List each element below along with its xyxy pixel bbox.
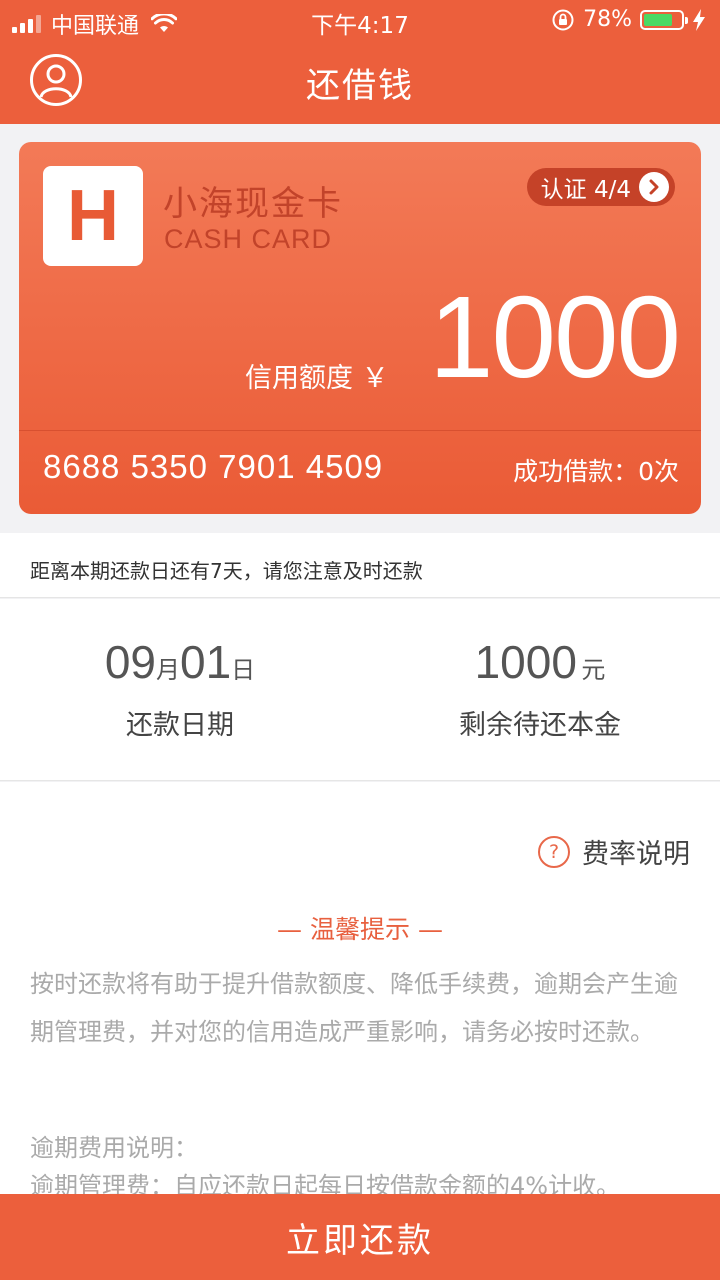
repayment-stats: 09月01日 还款日期 1000 元 剩余待还本金 xyxy=(0,599,720,781)
page-title: 还借钱 xyxy=(306,66,414,106)
due-date-stat: 09月01日 还款日期 xyxy=(0,599,360,742)
repayment-notice: 距离本期还款日还有7天，请您注意及时还款 xyxy=(0,533,720,598)
tips-section: ? 费率说明 — 温馨提示 — 按时还款将有助于提升借款额度、降低手续费，逾期会… xyxy=(0,782,720,1200)
remaining-label: 剩余待还本金 xyxy=(459,710,621,741)
repay-now-button[interactable]: 立即还款 xyxy=(0,1194,720,1280)
charging-bolt-icon xyxy=(693,8,705,31)
status-right: 78% xyxy=(551,7,706,32)
due-date-label: 还款日期 xyxy=(126,710,234,741)
status-bar: 中国联通 下午4:17 78% xyxy=(0,0,720,40)
rate-info-link[interactable]: ? 费率说明 xyxy=(538,832,690,871)
remaining-principal-stat: 1000 元 剩余待还本金 xyxy=(360,599,720,742)
credit-limit-label: 信用额度 ￥ xyxy=(245,363,389,394)
card-name: 小海现金卡 xyxy=(163,184,343,224)
tips-text: 按时还款将有助于提升借款额度、降低手续费，逾期会产生逾期管理费，并对您的信用造成… xyxy=(30,970,678,1046)
certification-label: 认证 4/4 xyxy=(540,177,631,203)
card-subtitle: CASH CARD xyxy=(164,224,333,254)
due-month-unit: 月 xyxy=(156,656,180,684)
battery-percent: 78% xyxy=(583,7,632,32)
chevron-right-icon xyxy=(639,172,669,202)
due-day-unit: 日 xyxy=(231,656,256,684)
card-logo-letter: H xyxy=(67,176,119,256)
credit-limit-amount: 1000 xyxy=(428,272,681,402)
remaining-unit: 元 xyxy=(581,656,606,684)
due-month: 09 xyxy=(104,636,156,688)
cash-card: H 小海现金卡 CASH CARD 认证 4/4 信用额度 ￥ 1000 868… xyxy=(19,142,701,514)
tips-title: — 温馨提示 — xyxy=(277,915,443,944)
overdue-title: 逾期费用说明： xyxy=(30,1134,198,1162)
battery-icon xyxy=(640,9,688,30)
card-divider xyxy=(19,430,701,431)
top-bar: 中国联通 下午4:17 78% 还借钱 xyxy=(0,0,720,124)
success-loan-count: 成功借款：0次 xyxy=(513,457,679,486)
rotation-lock-icon xyxy=(552,9,574,30)
card-number: 8688 5350 7901 4509 xyxy=(43,448,384,485)
battery-fill xyxy=(644,13,673,26)
remaining-amount: 1000 xyxy=(474,636,577,688)
notice-text: 距离本期还款日还有7天，请您注意及时还款 xyxy=(30,559,423,583)
due-day: 01 xyxy=(180,636,232,688)
due-date-value: 09月01日 xyxy=(0,635,360,689)
remaining-value: 1000 元 xyxy=(360,635,720,689)
certification-button[interactable]: 认证 4/4 xyxy=(526,168,675,206)
rate-info-label: 费率说明 xyxy=(582,839,690,870)
help-icon: ? xyxy=(538,835,570,868)
card-logo: H xyxy=(43,166,143,266)
